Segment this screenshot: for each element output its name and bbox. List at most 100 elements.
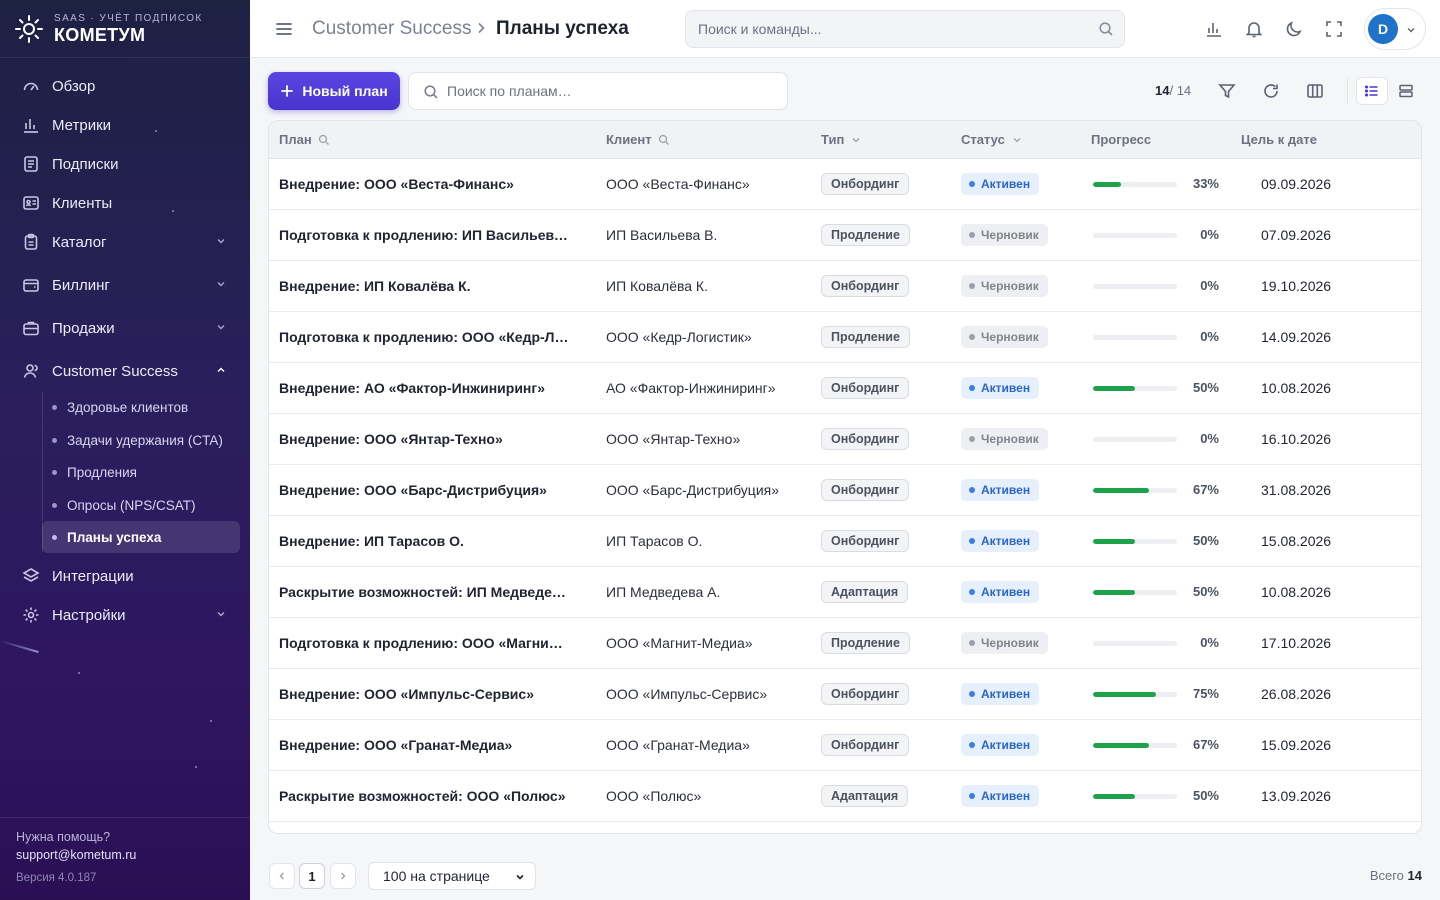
plan-name[interactable]: Внедрение: ИП Тарасов О. — [279, 533, 569, 549]
search-icon[interactable] — [318, 134, 330, 146]
moon-icon[interactable] — [1284, 19, 1304, 39]
target-date: 10.08.2026 — [1261, 380, 1332, 396]
sidebar-item-billing[interactable]: Биллинг — [14, 267, 236, 303]
table-row[interactable]: Внедрение: ИП Ковалёва К. ИП Ковалёва К. О… — [269, 261, 1421, 312]
table-row[interactable]: Внедрение: ИП Тарасов О. ИП Тарасов О. Онб… — [269, 516, 1421, 567]
chevron-down-icon — [216, 279, 226, 289]
breadcrumb-parent[interactable]: Customer Success — [312, 18, 471, 40]
columns-icon[interactable] — [1305, 81, 1325, 101]
avatar: D — [1368, 14, 1398, 44]
plan-search[interactable] — [408, 72, 788, 110]
sidebar-item-catalog[interactable]: Каталог — [14, 224, 236, 260]
sidebar-item-clients[interactable]: Клиенты — [14, 185, 236, 221]
page-button[interactable]: 1 — [299, 863, 325, 889]
filter-icon[interactable] — [1217, 81, 1237, 101]
type-badge: Продление — [821, 326, 910, 348]
plan-name[interactable]: Внедрение: ИП Ковалёва К. — [279, 278, 569, 294]
plan-name[interactable]: Внедрение: ООО «Импульс-Сервис» — [279, 686, 569, 702]
column-header-status[interactable]: Статус — [961, 132, 1023, 147]
status-label: Черновик — [981, 228, 1039, 242]
plan-name[interactable]: Подготовка к продлению: ООО «Кедр-Логист… — [279, 329, 569, 345]
progress-fill — [1093, 386, 1135, 391]
column-header-type[interactable]: Тип — [821, 132, 862, 147]
sidebar-item-label: Customer Success — [52, 362, 178, 380]
type-badge: Адаптация — [821, 785, 909, 807]
status-dot — [969, 283, 975, 289]
column-header-plan[interactable]: План — [279, 132, 330, 147]
decor-star — [195, 766, 197, 768]
fullscreen-icon[interactable] — [1324, 19, 1344, 39]
table-header: План Клиент Тип Статус Прогресс Цель к д… — [269, 121, 1421, 159]
table-row[interactable]: Внедрение: ООО «Импульс-Сервис» ООО «Импу… — [269, 669, 1421, 720]
user-menu[interactable]: D — [1364, 8, 1426, 50]
search-icon[interactable] — [658, 134, 670, 146]
table-row[interactable]: Внедрение: АО «Фактор-Инжиниринг» АО «Фак… — [269, 363, 1421, 414]
plan-name[interactable]: Внедрение: АО «Фактор-Инжиниринг» — [279, 380, 569, 396]
table-row[interactable]: Внедрение: ООО «Веста-Финанс» ООО «Веста-… — [269, 159, 1421, 210]
progress-percent: 0% — [1200, 227, 1219, 242]
new-plan-button[interactable]: Новый план — [268, 72, 400, 110]
plan-search-input[interactable] — [447, 73, 777, 109]
bell-icon[interactable] — [1244, 19, 1264, 39]
chevron-down-icon — [850, 134, 862, 146]
progress-bar — [1093, 335, 1177, 340]
plan-name[interactable]: Раскрытие возможностей: ООО «Полюс» — [279, 788, 569, 804]
plan-name[interactable]: Подготовка к продлению: ООО «Магнит-Меди… — [279, 635, 569, 651]
sidebar-subitem-success-plans[interactable]: Планы успеха — [42, 521, 240, 553]
per-page-select[interactable]: 100 на странице — [368, 862, 536, 890]
user-icon — [22, 362, 40, 380]
sidebar-item-label: Клиенты — [52, 194, 113, 212]
table-row[interactable]: Подготовка к продлению: ИП Васильева В. И… — [269, 210, 1421, 261]
column-header-client[interactable]: Клиент — [606, 132, 670, 147]
compact-view-button[interactable] — [1390, 77, 1422, 105]
brand-logo[interactable]: SAAS · УЧЁТ ПОДПИСОК КОМЕТУМ — [14, 11, 203, 47]
type-badge: Онбординг — [821, 275, 910, 297]
rows-icon — [1398, 83, 1414, 99]
new-plan-label: Новый план — [302, 83, 388, 99]
progress-percent: 50% — [1192, 533, 1219, 548]
sidebar-item-settings[interactable]: Настройки — [14, 597, 236, 633]
table-row[interactable]: Раскрытие возможностей: ООО «Полюс» ООО «… — [269, 771, 1421, 822]
search-icon[interactable] — [1098, 21, 1114, 37]
progress-percent: 67% — [1192, 737, 1219, 752]
sidebar-item-subscriptions[interactable]: Подписки — [14, 146, 236, 182]
table-row[interactable]: Подготовка к продлению: ООО «Кедр-Логист… — [269, 312, 1421, 363]
plan-name[interactable]: Внедрение: ООО «Барс-Дистрибуция» — [279, 482, 569, 498]
column-header-target-date[interactable]: Цель к дате — [1241, 132, 1317, 147]
progress-bar — [1093, 539, 1177, 544]
support-email-link[interactable]: support@kometum.ru — [16, 848, 136, 862]
column-header-label: План — [279, 132, 312, 147]
plan-name[interactable]: Внедрение: ООО «Гранат-Медиа» — [279, 737, 569, 753]
prev-page-button[interactable] — [269, 863, 295, 889]
table-row[interactable]: Подготовка к продлению: ООО «Магнит-Меди… — [269, 618, 1421, 669]
table-row[interactable]: Раскрытие возможностей: ИП Медведева А. И… — [269, 567, 1421, 618]
sidebar-subitem-surveys[interactable]: Опросы (NPS/CSAT) — [42, 489, 240, 521]
sidebar-item-metrics[interactable]: Метрики — [14, 107, 236, 143]
global-search[interactable] — [685, 10, 1125, 48]
sidebar-item-integrations[interactable]: Интеграции — [14, 558, 236, 594]
sidebar-subitem-client-health[interactable]: Здоровье клиентов — [42, 391, 240, 423]
plan-name[interactable]: Внедрение: ООО «Веста-Финанс» — [279, 176, 569, 192]
plan-name[interactable]: Внедрение: ООО «Янтар-Техно» — [279, 431, 569, 447]
plan-name[interactable]: Раскрытие возможностей: ИП Медведева А. — [279, 584, 569, 600]
sidebar-item-overview[interactable]: Обзор — [14, 68, 236, 104]
analytics-icon[interactable] — [1204, 19, 1224, 39]
sidebar-item-sales[interactable]: Продажи — [14, 310, 236, 346]
column-header-progress[interactable]: Прогресс — [1091, 132, 1151, 147]
progress-percent: 0% — [1200, 329, 1219, 344]
table-row[interactable]: Внедрение: ООО «Барс-Дистрибуция» ООО «Ба… — [269, 465, 1421, 516]
table-row[interactable]: Внедрение: ООО «Гранат-Медиа» ООО «Гранат… — [269, 720, 1421, 771]
list-view-button[interactable] — [1356, 77, 1388, 105]
global-search-input[interactable] — [686, 11, 1066, 47]
sidebar-subitem-retention-tasks[interactable]: Задачи удержания (CTA) — [42, 424, 240, 456]
refresh-icon[interactable] — [1261, 81, 1281, 101]
sidebar-item-customer-success[interactable]: Customer Success — [14, 353, 236, 389]
sidebar-subitem-renewals[interactable]: Продления — [42, 456, 240, 488]
progress-percent: 33% — [1192, 176, 1219, 191]
table-row[interactable]: Внедрение: ООО «Янтар-Техно» ООО «Янтар-Т… — [269, 414, 1421, 465]
per-page-value: 100 на странице — [383, 868, 490, 884]
plan-name[interactable]: Подготовка к продлению: ИП Васильева В. — [279, 227, 569, 243]
menu-icon[interactable] — [274, 19, 294, 39]
chevron-left-icon — [277, 871, 287, 881]
next-page-button[interactable] — [330, 863, 356, 889]
